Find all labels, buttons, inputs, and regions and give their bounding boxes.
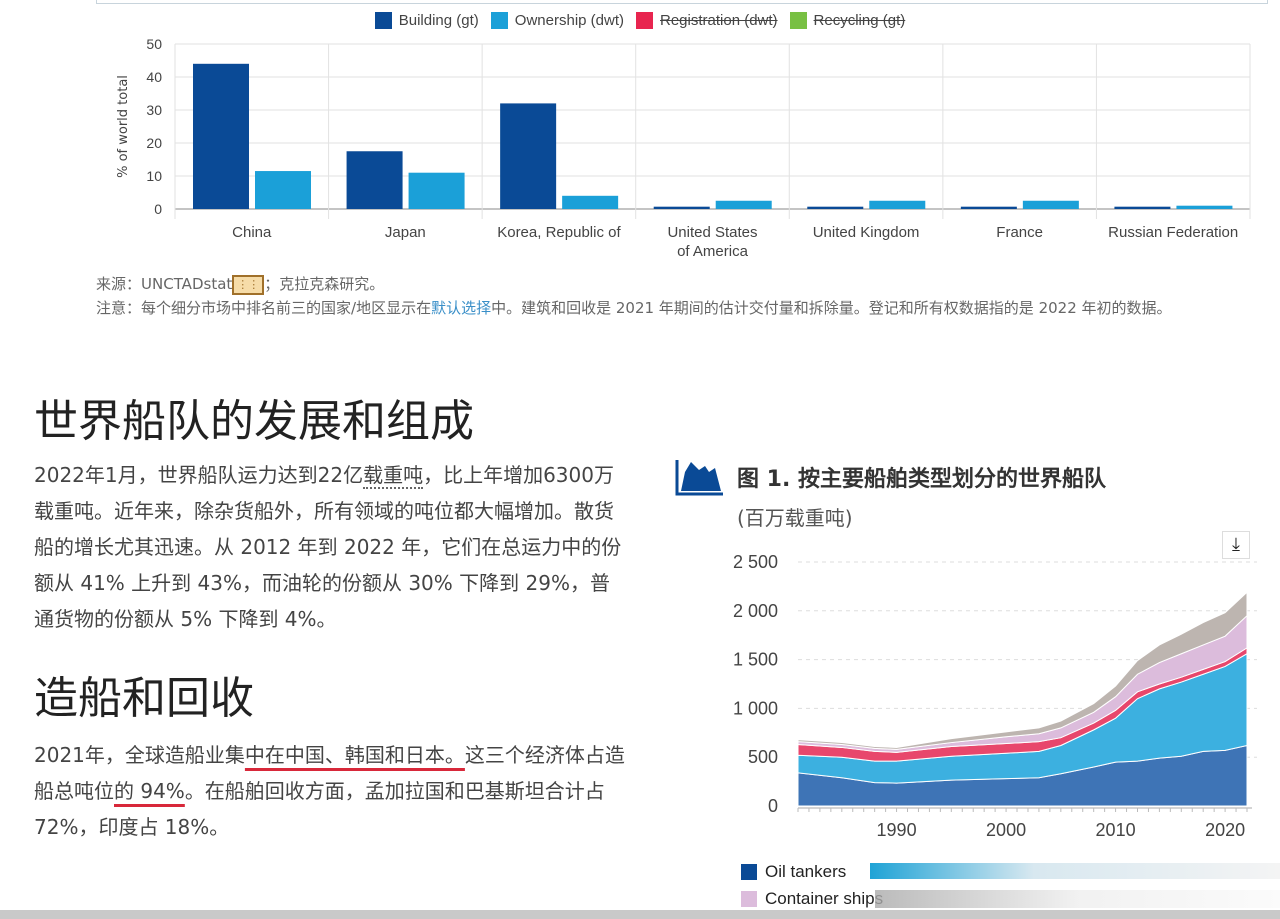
note-line: 注意：每个细分市场中排名前三的国家/地区显示在默认选择中。建筑和回收是 2021…: [96, 296, 1261, 320]
figure-title-text: 图 1. 按主要船舶类型划分的世界船队: [737, 467, 1106, 492]
y-tick-label: 1 000: [733, 698, 778, 718]
legend-label: Recycling (gt): [813, 12, 906, 29]
x-tick-label: France: [996, 224, 1043, 241]
legend-item-container-ships[interactable]: Container ships: [741, 889, 883, 909]
bar-ownership[interactable]: [1022, 200, 1079, 209]
bar-ownership[interactable]: [255, 171, 311, 209]
red-underlined-text: 的 94%: [114, 779, 185, 803]
x-tick-label: China: [232, 224, 272, 241]
chart-source-note: 来源：UNCTADstat ⋮⋮ ；克拉克森研究。 注意：每个细分市场中排名前三的国…: [96, 272, 1261, 320]
default-selection-link[interactable]: 默认选择: [431, 299, 491, 317]
bar-building[interactable]: [500, 103, 557, 209]
x-tick-label: 2010: [1096, 820, 1136, 840]
figure-title: 图 1. 按主要船舶类型划分的世界船队: [675, 458, 1106, 496]
x-tick-label: United States: [667, 224, 757, 241]
source-text: UNCTADstat: [141, 275, 233, 293]
bar-ownership[interactable]: [562, 195, 619, 209]
x-tick-label: 2000: [986, 820, 1026, 840]
legend-item[interactable]: Recycling (gt): [789, 12, 906, 29]
dictionary-icon[interactable]: ⋮⋮: [232, 274, 265, 295]
x-tick-label: Japan: [385, 224, 426, 241]
area-chart: 0 500 1 000 1 500 2 000 2 500 1990 2000 2010 2020: [733, 552, 1257, 840]
previous-panel-border: [96, 0, 1268, 4]
y-tick-label: 10: [146, 168, 162, 184]
legend-item-oil-tankers[interactable]: Oil tankers: [741, 862, 846, 882]
blurred-overlay: [875, 890, 1280, 908]
legend-label: Oil tankers: [765, 862, 847, 881]
x-tick-label: Korea, Republic of: [497, 224, 621, 241]
legend-swatch: [789, 12, 807, 29]
bar-chart-legend: Building (gt) Ownership (dwt) Registration…: [0, 12, 1280, 29]
note-label: 注意：: [96, 299, 142, 317]
bar-ownership[interactable]: [869, 200, 926, 209]
source-rest: ；克拉克森研究。: [264, 275, 385, 293]
bar-building[interactable]: [193, 63, 249, 209]
bar-chart: 0 10 20 30 40 50 % of world total China Japan Kor…: [116, 36, 1251, 260]
section-heading-fleet: 世界船队的发展和组成: [34, 396, 474, 447]
bar-ownership[interactable]: [715, 200, 772, 209]
red-underlined-text: 中在中国、韩国和日本。: [244, 743, 465, 767]
bar-building[interactable]: [960, 206, 1017, 209]
legend-swatch: [741, 891, 757, 907]
bar-building[interactable]: [346, 151, 403, 209]
source-label: 来源：: [96, 275, 142, 293]
legend-label: Registration (dwt): [660, 12, 778, 29]
y-tick-label: 2 500: [733, 552, 778, 572]
y-tick-label: 40: [146, 69, 162, 85]
y-tick-label: 30: [146, 102, 162, 118]
horizontal-scrollbar[interactable]: [0, 910, 1280, 919]
text: 2021年，全球造船业集: [34, 743, 245, 767]
y-tick-label: 0: [154, 201, 162, 217]
legend-swatch: [741, 864, 757, 880]
area-chart-icon: [675, 460, 723, 496]
fleet-paragraph: 2022年1月，世界船队运力达到22亿载重吨，比上年增加6300万载重吨。近年来…: [34, 457, 629, 637]
section-heading-shipbuilding: 造船和回收: [34, 673, 254, 724]
y-tick-label: 50: [146, 36, 162, 52]
bar-ownership[interactable]: [1176, 205, 1233, 209]
legend-item[interactable]: Building (gt): [374, 12, 479, 29]
y-tick-label: 500: [748, 747, 778, 767]
legend-swatch: [636, 12, 653, 29]
bar-building[interactable]: [653, 206, 710, 209]
legend-swatch: [490, 12, 508, 29]
x-tick-label: 1990: [877, 820, 917, 840]
legend-label: Container ships: [765, 889, 884, 908]
note-text-rest: 中。建筑和回收是 2021 年期间的估计交付量和拆除量。登记和所有权数据指的是 …: [491, 299, 1172, 317]
y-tick-label: 1 500: [733, 650, 778, 670]
legend-item[interactable]: Ownership (dwt): [490, 12, 624, 29]
note-text: 每个细分市场中排名前三的国家/地区显示在: [141, 299, 432, 317]
figure-subtitle: (百万载重吨): [737, 506, 853, 530]
x-tick-label: 2020: [1205, 820, 1245, 840]
bar-building[interactable]: [1114, 206, 1171, 209]
dwt-glossary-term[interactable]: 载重吨: [363, 463, 424, 489]
blurred-overlay: [870, 863, 1280, 879]
bar-ownership[interactable]: [408, 172, 465, 209]
y-tick-label: 0: [768, 796, 778, 816]
text: ，比上年增加6300万载重吨。近年来，除杂货船外，所有领域的吨位都大幅增加。散货…: [34, 463, 622, 631]
x-tick-label: Russian Federation: [1108, 224, 1238, 241]
legend-swatch: [374, 12, 392, 29]
source-line: 来源：UNCTADstat ⋮⋮ ；克拉克森研究。: [96, 272, 1261, 296]
x-tick-label: United Kingdom: [813, 224, 920, 241]
shipbuilding-paragraph: 2021年，全球造船业集中在中国、韩国和日本。这三个经济体占造船总吨位的 94%…: [34, 737, 629, 845]
bar-building[interactable]: [807, 206, 864, 209]
x-tick-label: of America: [677, 243, 749, 260]
y-axis-label: % of world total: [116, 75, 131, 178]
legend-item[interactable]: Registration (dwt): [636, 12, 778, 29]
legend-label: Ownership (dwt): [514, 12, 624, 29]
y-tick-label: 20: [146, 135, 162, 151]
y-tick-label: 2 000: [733, 601, 778, 621]
text: 2022年1月，世界船队运力达到22亿: [34, 463, 364, 487]
legend-label: Building (gt): [398, 12, 479, 29]
